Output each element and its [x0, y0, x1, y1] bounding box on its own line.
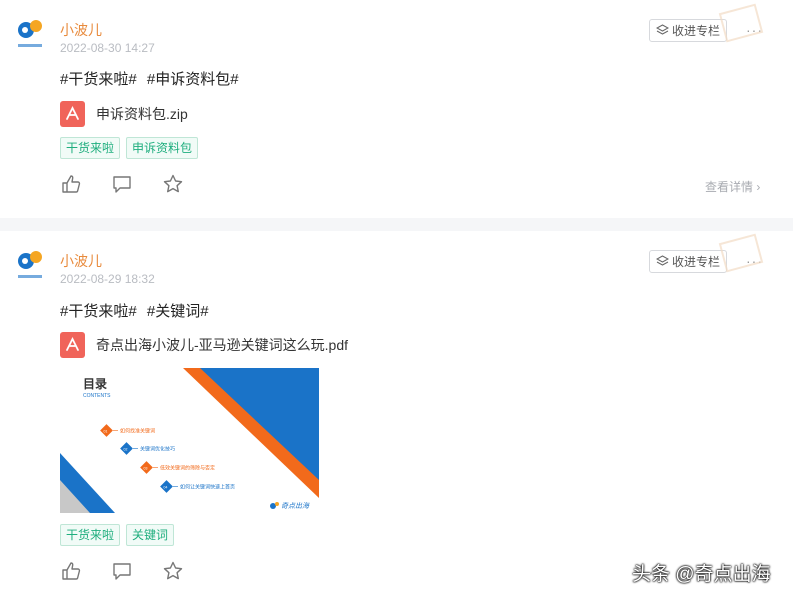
post-date: 2022-08-30 14:27: [60, 41, 155, 55]
collect-label: 收进专栏: [671, 24, 720, 38]
hashtag[interactable]: #申诉资料包#: [147, 71, 239, 88]
comment-icon[interactable]: [111, 560, 133, 582]
star-icon[interactable]: [162, 173, 184, 195]
file-attachment[interactable]: 申诉资料包.zip: [60, 101, 188, 127]
preview-title: 目录: [83, 377, 107, 391]
file-name: 奇点出海小波儿-亚马逊关键词这么玩.pdf: [96, 337, 349, 353]
tag[interactable]: 申诉资料包: [126, 137, 199, 159]
tag[interactable]: 干货来啦: [60, 137, 121, 159]
preview-brand: 奇点出海: [281, 502, 310, 510]
layers-icon: [655, 24, 669, 35]
like-icon[interactable]: [60, 560, 82, 582]
svg-text:01: 01: [104, 430, 108, 434]
hashtag[interactable]: #关键词#: [147, 303, 209, 320]
tag-list: 干货来啦 申诉资料包: [60, 137, 199, 159]
file-name: 申诉资料包.zip: [96, 106, 188, 122]
action-bar: [60, 560, 184, 582]
post-divider: [0, 218, 793, 231]
avatar[interactable]: [16, 248, 44, 282]
author-name[interactable]: 小波儿: [60, 20, 102, 40]
svg-text:02: 02: [124, 448, 128, 452]
svg-text:04: 04: [164, 486, 168, 490]
hashtag[interactable]: #干货来啦#: [60, 71, 137, 88]
tag-list: 干货来啦 关键词: [60, 524, 175, 546]
collect-to-column-button[interactable]: 收进专栏: [649, 19, 727, 42]
footer-watermark: 头条 @奇点出海: [632, 564, 771, 585]
tag[interactable]: 关键词: [126, 524, 175, 546]
like-icon[interactable]: [60, 173, 82, 195]
preview-graphic: 目录 CONTENTS 01 如何找准关键词 02 关键词优化技巧 03 低效关…: [60, 368, 319, 513]
file-pdf-icon: [60, 101, 85, 127]
pdf-preview-image[interactable]: 目录 CONTENTS 01 如何找准关键词 02 关键词优化技巧 03 低效关…: [60, 368, 319, 513]
svg-text:如何找准关键词: 如何找准关键词: [120, 428, 155, 435]
chevron-right-icon: ›: [756, 180, 761, 194]
svg-text:低效关键词的筛除与否定: 低效关键词的筛除与否定: [160, 465, 215, 472]
view-details-link[interactable]: 查看详情 ›: [705, 178, 760, 195]
hashtag[interactable]: #干货来啦#: [60, 303, 137, 320]
file-attachment[interactable]: 奇点出海小波儿-亚马逊关键词这么玩.pdf: [60, 332, 348, 358]
author-name[interactable]: 小波儿: [60, 251, 102, 271]
post-card: 小波儿 2022-08-30 14:27 收进专栏 ··· #干货来啦# #申诉…: [0, 0, 793, 218]
svg-text:如何让关键词快速上首页: 如何让关键词快速上首页: [180, 484, 235, 491]
layers-icon: [655, 255, 669, 266]
collect-to-column-button[interactable]: 收进专栏: [649, 250, 727, 273]
post-hashtags: #干货来啦# #关键词#: [60, 300, 215, 321]
tag[interactable]: 干货来啦: [60, 524, 121, 546]
comment-icon[interactable]: [111, 173, 133, 195]
post-hashtags: #干货来啦# #申诉资料包#: [60, 68, 245, 89]
svg-text:03: 03: [144, 467, 148, 471]
post-card: 小波儿 2022-08-29 18:32 收进专栏 ··· #干货来啦# #关键…: [0, 231, 793, 597]
svg-text:关键词优化技巧: 关键词优化技巧: [140, 446, 175, 453]
post-date: 2022-08-29 18:32: [60, 272, 155, 286]
view-details-label: 查看详情: [705, 180, 754, 194]
action-bar: [60, 173, 184, 195]
star-icon[interactable]: [162, 560, 184, 582]
file-pdf-icon: [60, 332, 85, 358]
avatar[interactable]: [16, 17, 44, 51]
collect-label: 收进专栏: [671, 255, 720, 269]
preview-subtitle: CONTENTS: [83, 393, 111, 399]
